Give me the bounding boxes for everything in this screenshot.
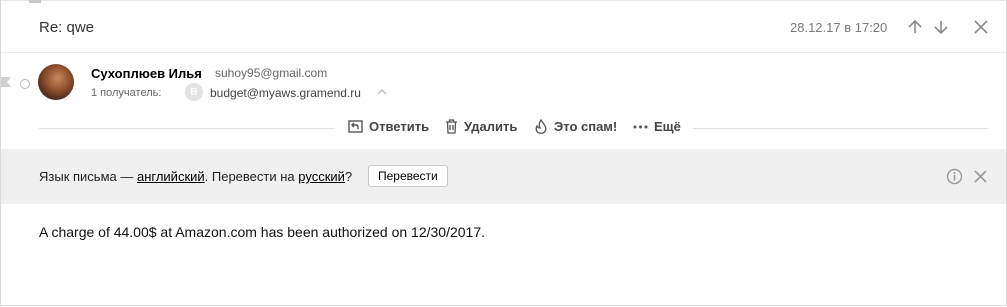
top-handle	[29, 0, 41, 3]
translate-message: Язык письма — английский. Перевести на р…	[39, 169, 352, 184]
message-view: Re: qwe 28.12.17 в 17:20 Сухоплюев Илья …	[0, 0, 1007, 306]
message-body: A charge of 44.00$ at Amazon.com has bee…	[39, 224, 485, 240]
toolbar-divider-right	[693, 128, 988, 129]
close-icon[interactable]	[973, 169, 988, 184]
message-subject: Re: qwe	[39, 19, 95, 36]
spam-label: Это спам!	[554, 119, 618, 134]
sender-avatar[interactable]	[38, 64, 74, 100]
close-icon	[974, 20, 988, 34]
translate-button[interactable]: Перевести	[368, 165, 448, 187]
delete-label: Удалить	[464, 119, 518, 134]
spam-button[interactable]: Это спам!	[534, 119, 617, 134]
info-icon[interactable]	[946, 168, 963, 185]
translate-middle: . Перевести на	[204, 169, 299, 184]
more-dots-icon	[633, 125, 648, 128]
previous-message-button[interactable]	[905, 16, 925, 38]
read-status-toggle[interactable]	[20, 79, 30, 89]
close-message-button[interactable]	[971, 16, 991, 38]
translate-suffix: ?	[344, 169, 353, 184]
chevron-up-icon[interactable]	[377, 88, 387, 95]
reply-icon	[348, 120, 363, 133]
flag-icon[interactable]	[1, 77, 11, 87]
source-language-link[interactable]: английский	[137, 169, 205, 184]
next-message-button[interactable]	[931, 16, 951, 38]
reply-label: Ответить	[369, 119, 430, 134]
header-divider	[1, 52, 1006, 53]
translate-prefix: Язык письма —	[39, 169, 137, 184]
fire-icon	[535, 119, 547, 134]
reply-button[interactable]: Ответить	[348, 119, 429, 134]
sender-name[interactable]: Сухоплюев Илья	[91, 66, 202, 81]
more-button[interactable]: Ещё	[633, 119, 681, 134]
delete-button[interactable]: Удалить	[445, 119, 517, 134]
sender-email[interactable]: suhoy95@gmail.com	[215, 66, 327, 80]
trash-icon	[446, 119, 457, 134]
translate-bar: Язык письма — английский. Перевести на р…	[1, 149, 1006, 204]
arrow-up-icon	[908, 19, 922, 33]
more-label: Ещё	[654, 119, 681, 134]
recipient-email[interactable]: budget@myaws.gramend.ru	[210, 86, 361, 100]
arrow-down-icon	[934, 21, 948, 35]
toolbar-divider-left	[39, 128, 335, 129]
target-language-link[interactable]: русский	[298, 169, 345, 184]
recipients-label: 1 получатель:	[91, 87, 162, 99]
recipient-avatar: B	[185, 83, 203, 101]
message-date: 28.12.17 в 17:20	[790, 20, 888, 35]
top-border	[1, 0, 1006, 1]
